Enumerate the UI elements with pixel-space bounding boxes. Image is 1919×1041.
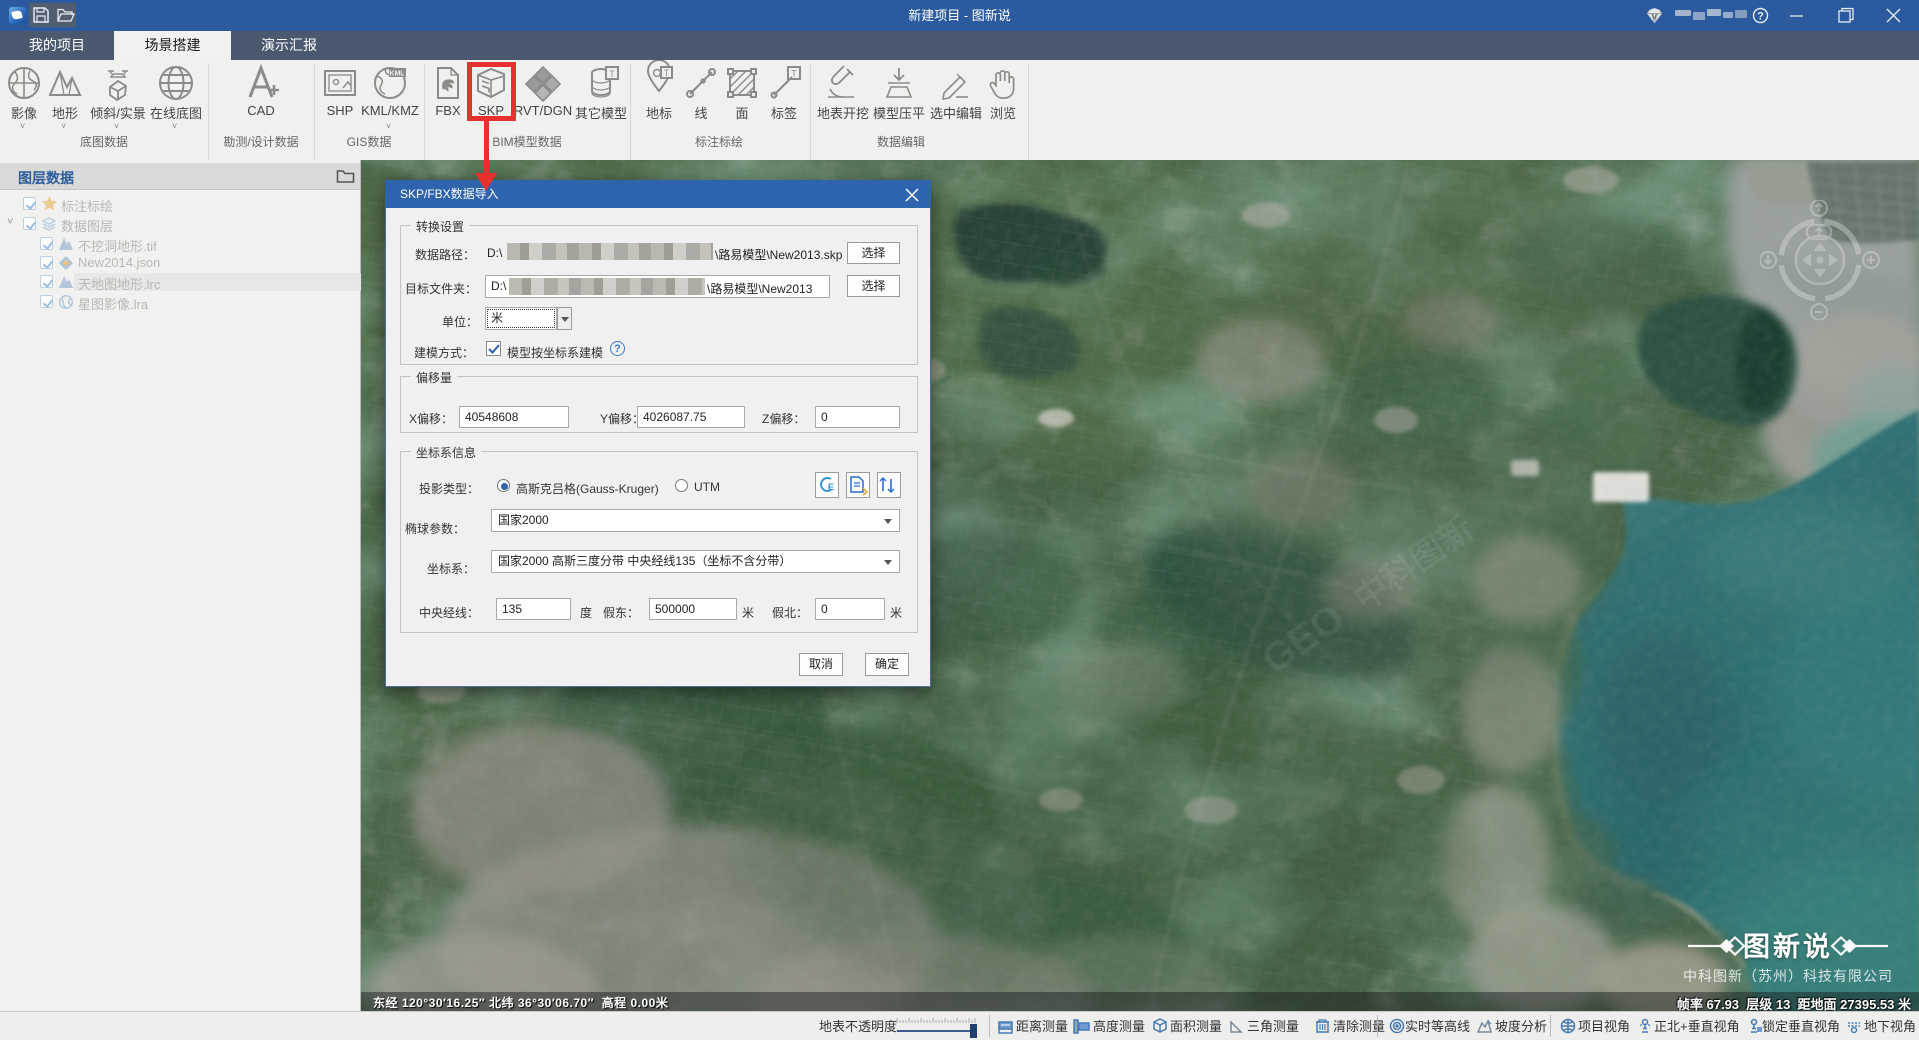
svg-text:T: T	[791, 69, 797, 79]
svg-text:T: T	[664, 68, 670, 78]
svg-text:V: V	[1652, 14, 1657, 21]
svg-text:E: E	[828, 482, 834, 492]
svg-text:KML: KML	[389, 71, 405, 78]
svg-text:?: ?	[1757, 11, 1764, 23]
svg-text:T: T	[609, 69, 615, 79]
